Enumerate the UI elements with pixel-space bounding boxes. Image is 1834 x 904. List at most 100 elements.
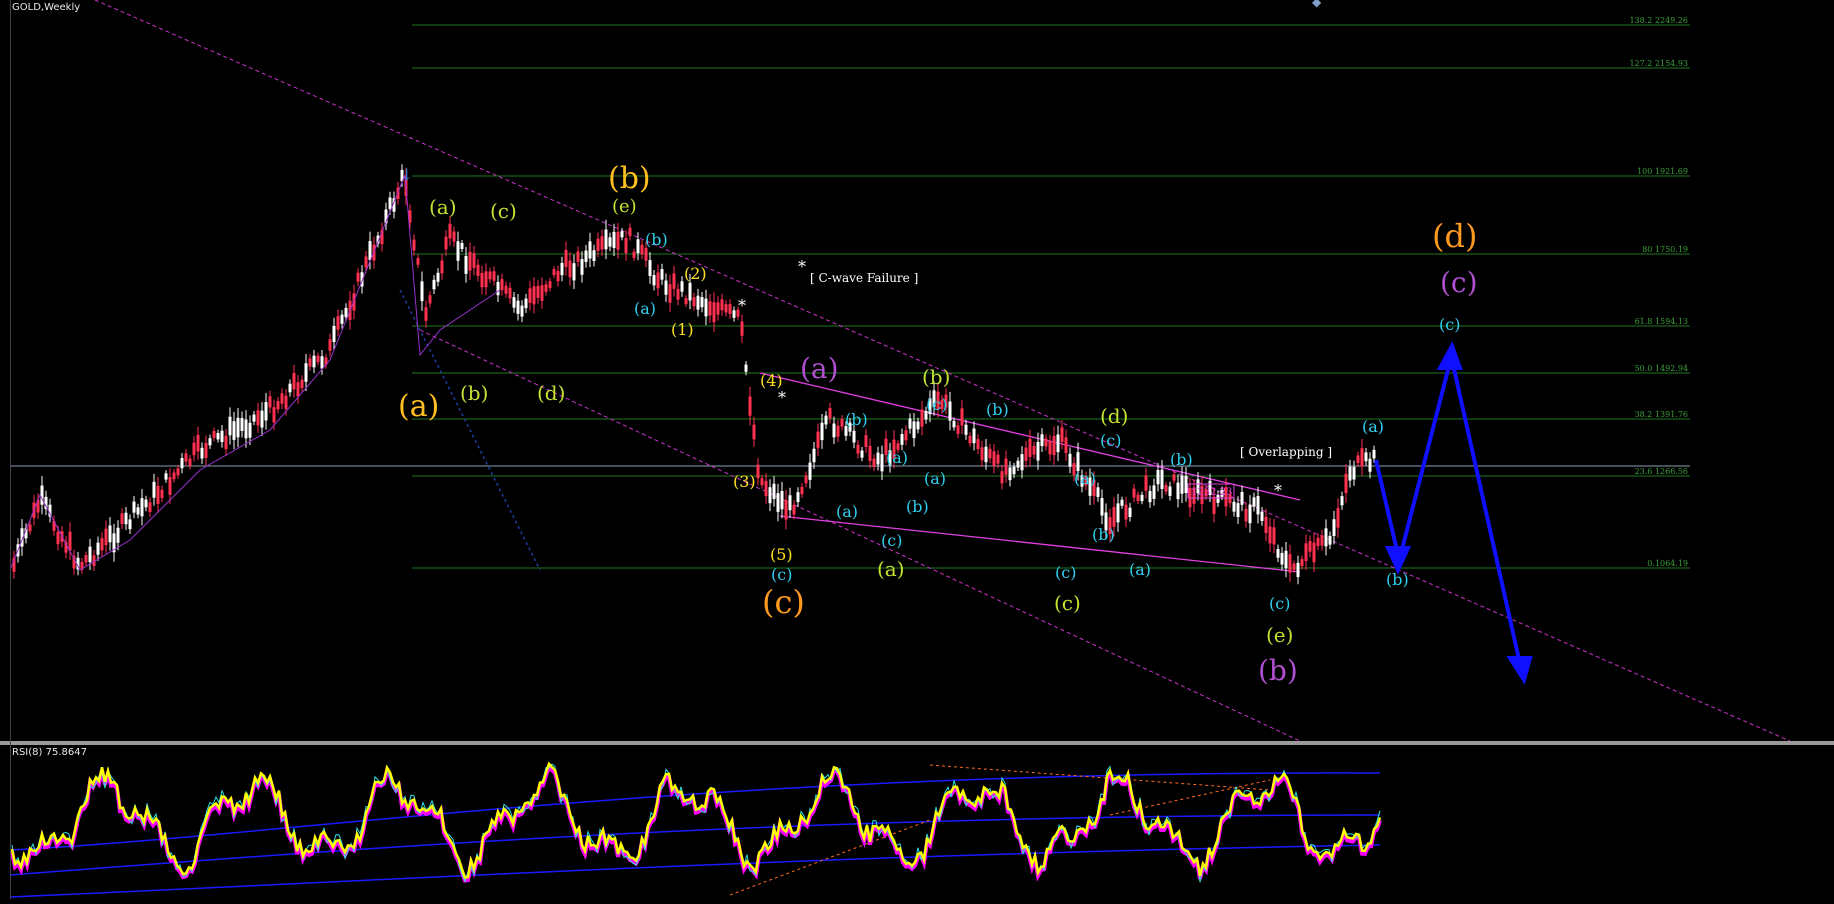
candle-body bbox=[508, 287, 512, 299]
candle-body bbox=[1184, 475, 1188, 494]
candle-body bbox=[1212, 496, 1216, 514]
candle-body bbox=[580, 259, 584, 275]
wave-labels: (a) (b) (c) (d) (a) (b) (c) (a) (b) (c) … bbox=[398, 161, 1478, 687]
candle-body bbox=[856, 444, 860, 454]
candle-body bbox=[616, 231, 620, 250]
wave-label: (5) bbox=[770, 545, 793, 564]
candle-body bbox=[1016, 460, 1020, 468]
candle-body bbox=[780, 491, 784, 510]
candle-body bbox=[128, 519, 132, 530]
candle-body bbox=[684, 298, 688, 305]
candle-body bbox=[984, 446, 988, 463]
candle-body bbox=[668, 284, 672, 303]
price-box-label: 1232.23 bbox=[1191, 487, 1232, 498]
wave-label: (b) bbox=[845, 410, 868, 429]
candle-body bbox=[544, 284, 548, 292]
candle-body bbox=[796, 492, 800, 503]
candle-body bbox=[536, 285, 540, 298]
candle-body bbox=[1000, 471, 1004, 484]
candle-body bbox=[104, 528, 108, 546]
candle-body bbox=[1180, 475, 1184, 494]
candle-body bbox=[296, 382, 300, 397]
chart-window[interactable]: 138.2 2249.26 127.2 2154.93 100 1921.69 80 … bbox=[0, 0, 1834, 899]
candle-body bbox=[1156, 469, 1160, 485]
candle-body bbox=[1012, 466, 1016, 475]
candle-body bbox=[264, 402, 268, 421]
rsi-indicator-pane[interactable]: RSI(8) 75.8647 bbox=[0, 745, 1834, 899]
candle-body bbox=[768, 487, 772, 504]
candle-body bbox=[608, 237, 612, 247]
candle-body bbox=[484, 271, 488, 288]
wave-label: (e) bbox=[612, 196, 637, 217]
candle-body bbox=[708, 301, 712, 316]
candle-body bbox=[696, 295, 700, 310]
price-chart-pane[interactable]: 138.2 2249.26 127.2 2154.93 100 1921.69 80 … bbox=[0, 0, 1834, 742]
candle-body bbox=[208, 438, 212, 446]
candle-body bbox=[1112, 507, 1116, 527]
c-wave-failure-label: [ C-wave Failure ] bbox=[810, 271, 918, 285]
candle-body bbox=[172, 472, 176, 480]
candle-body bbox=[200, 447, 204, 459]
candle-body bbox=[168, 477, 172, 495]
candle-body bbox=[516, 300, 520, 314]
candle-body bbox=[564, 249, 568, 267]
candle-body bbox=[420, 281, 424, 302]
rsi-line bbox=[10, 761, 1382, 879]
candle-body bbox=[1160, 469, 1164, 490]
candle-body bbox=[284, 395, 288, 409]
asterisk-1: * bbox=[798, 257, 806, 276]
candle-body bbox=[272, 407, 276, 423]
candle-body bbox=[1260, 511, 1264, 521]
candle-body bbox=[604, 229, 608, 250]
candle-body bbox=[488, 271, 492, 280]
wave-label: (d) bbox=[537, 381, 565, 405]
wave-label: (c) bbox=[881, 531, 902, 550]
candle-body bbox=[268, 396, 272, 408]
candle-body bbox=[1352, 466, 1356, 480]
fibonacci-levels: 138.2 2249.26 127.2 2154.93 100 1921.69 80 … bbox=[412, 16, 1690, 569]
candle-body bbox=[56, 531, 60, 545]
candle-body bbox=[468, 251, 472, 271]
candle-body bbox=[712, 302, 716, 323]
candle-body bbox=[860, 450, 864, 458]
candle-body bbox=[244, 419, 248, 439]
candle-body bbox=[1240, 491, 1244, 505]
fib-level-label: 23.6 1266.56 bbox=[1635, 467, 1688, 476]
candle-body bbox=[1320, 535, 1324, 546]
candle-body bbox=[648, 260, 652, 276]
dotted-projection-line bbox=[399, 289, 541, 571]
candle-body bbox=[140, 498, 144, 517]
fib-level-label: 80 1750.19 bbox=[1642, 245, 1688, 254]
candle-body bbox=[980, 447, 984, 461]
rsi-canvas bbox=[9, 761, 1382, 898]
candle-body bbox=[520, 305, 524, 317]
candle-body bbox=[84, 555, 88, 563]
candle-body bbox=[452, 231, 456, 242]
candle-body bbox=[504, 285, 508, 294]
candle-body bbox=[840, 419, 844, 427]
symbol-title: GOLD,Weekly bbox=[12, 2, 81, 13]
candle-body bbox=[1024, 447, 1028, 461]
candle-body bbox=[356, 272, 360, 282]
candle-body bbox=[260, 410, 264, 428]
candle-body bbox=[424, 307, 428, 321]
candle-body bbox=[212, 431, 216, 438]
candle-body bbox=[760, 478, 764, 486]
candle-body bbox=[772, 483, 776, 499]
candle-body bbox=[820, 422, 824, 441]
candle-body bbox=[280, 393, 284, 404]
candle-body bbox=[304, 363, 308, 382]
candle-body bbox=[904, 430, 908, 441]
asterisk-3: * bbox=[738, 296, 746, 315]
candle-body bbox=[620, 231, 624, 238]
candle-body bbox=[1284, 550, 1288, 569]
wave-label: (c) bbox=[926, 395, 947, 414]
fib-level-label: 0.1064.19 bbox=[1647, 559, 1688, 568]
candle-body bbox=[584, 250, 588, 262]
candle-body bbox=[992, 451, 996, 466]
candle-body bbox=[732, 310, 736, 318]
candle-body bbox=[288, 383, 292, 393]
candle-body bbox=[472, 253, 476, 268]
candle-body bbox=[720, 299, 724, 311]
candle-body bbox=[188, 458, 192, 466]
